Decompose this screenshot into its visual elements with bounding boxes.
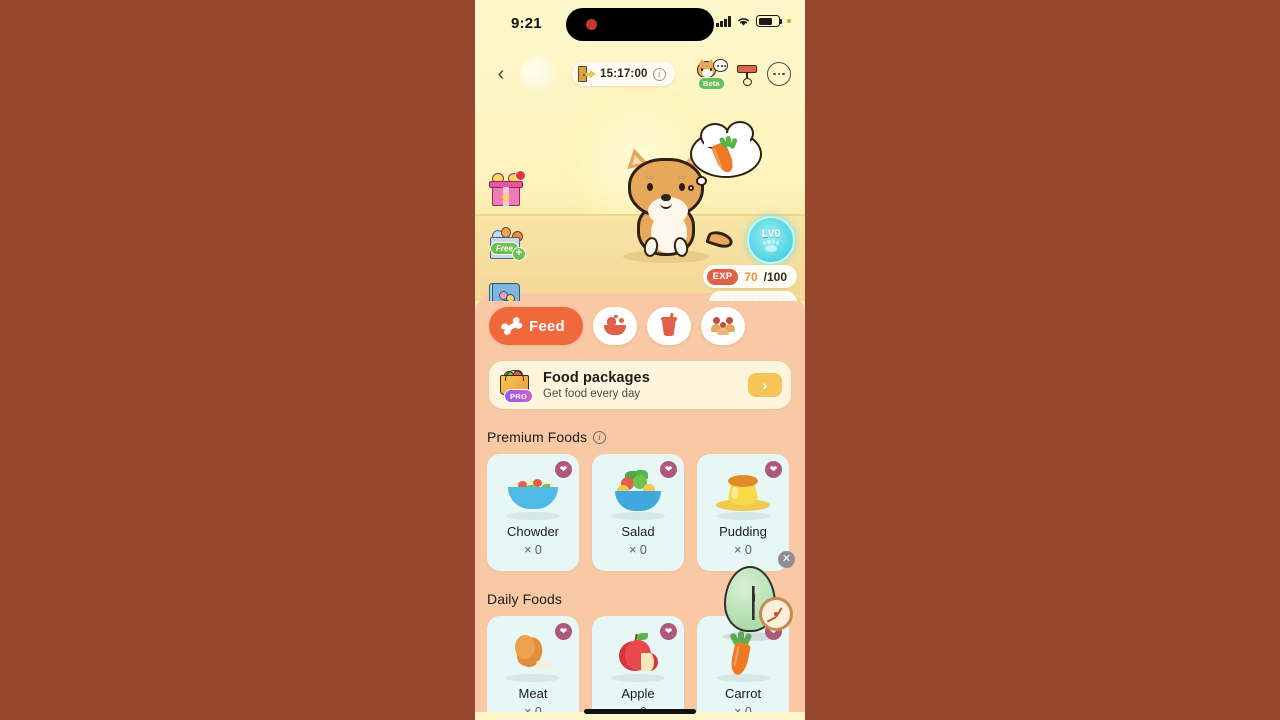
energy-bar: [709, 291, 797, 301]
session-timer[interactable]: 15:17:00 i: [572, 62, 675, 86]
food-card-pudding[interactable]: ❤ Pudding × 0: [697, 454, 789, 571]
food-card-chowder[interactable]: ❤ Chowder × 0: [487, 454, 579, 571]
paw-print-icon: [763, 239, 780, 252]
tab-clean[interactable]: [592, 307, 637, 345]
food-card-meat[interactable]: ❤ Meat × 0: [487, 616, 579, 712]
notification-dot: [515, 170, 526, 181]
gift-box-icon[interactable]: ★: [487, 170, 526, 209]
more-options-icon[interactable]: [767, 62, 791, 86]
egg-timer-widget[interactable]: ✕: [719, 551, 795, 641]
food-image-chowder: [487, 460, 579, 522]
scene-header: ‹ 15:17:00 i Beta: [475, 54, 805, 94]
header-actions: Beta: [697, 59, 791, 90]
food-quantity: × 0: [629, 543, 647, 557]
back-chevron-icon[interactable]: ‹: [489, 62, 513, 86]
paint-roller-icon[interactable]: [737, 62, 757, 86]
food-card-salad[interactable]: ❤ Salad × 0: [592, 454, 684, 571]
tab-feed-label: Feed: [529, 317, 565, 335]
content-panel: Feed PRO Food packages Get food every da…: [475, 293, 805, 712]
chevron-right-icon[interactable]: ›: [748, 373, 782, 397]
bone-icon: [500, 315, 524, 337]
avatar[interactable]: [520, 56, 556, 92]
level-badge-label: LV0: [761, 227, 781, 240]
premium-foods-row: ❤ Chowder × 0 ❤ Salad × 0 ❤ Pudding × 0: [475, 454, 805, 571]
status-extra-dot: [787, 19, 791, 23]
exp-tag: EXP: [706, 268, 739, 285]
bath-icon: [603, 315, 626, 335]
food-packages-card[interactable]: PRO Food packages Get food every day ›: [489, 361, 791, 409]
pro-badge: PRO: [504, 389, 534, 403]
dynamic-island: [566, 8, 714, 41]
section-title-premium: Premium Foods i: [487, 429, 805, 445]
drink-cup-icon: [660, 312, 677, 336]
tab-drink[interactable]: [646, 307, 691, 345]
pet-thought-bubble: [688, 121, 762, 191]
shiba-chat-icon[interactable]: Beta: [697, 59, 728, 90]
session-timer-value: 15:17:00: [600, 68, 648, 80]
food-image-meat: [487, 622, 579, 684]
food-quantity: × 0: [524, 705, 542, 712]
food-card-apple[interactable]: ❤ Apple × 0: [592, 616, 684, 712]
clock-icon: [759, 597, 793, 631]
food-packages-title: Food packages: [543, 370, 650, 386]
food-name: Salad: [621, 524, 655, 539]
status-bar: 9:21: [475, 0, 805, 46]
status-bar-time: 9:21: [511, 15, 542, 32]
phone-screen: 9:21 ‹ 15:17:00 i Beta ★ Free + LV0 EXP …: [475, 0, 805, 720]
food-name: Pudding: [719, 524, 767, 539]
lightning-bolt-icon: [738, 295, 744, 301]
food-name: Meat: [518, 686, 548, 701]
section-title-premium-label: Premium Foods: [487, 429, 588, 445]
food-image-salad: [592, 460, 684, 522]
cellular-signal-icon: [716, 16, 731, 27]
friends-icon: [710, 317, 735, 335]
pet-scene: ‹ 15:17:00 i Beta ★ Free + LV0 EXP 70 /1…: [475, 46, 805, 301]
lightning-bolt-icon: [750, 295, 756, 301]
level-badge[interactable]: LV0: [747, 216, 795, 264]
food-quantity: × 0: [734, 705, 752, 712]
wifi-icon: [738, 18, 749, 26]
battery-icon: [756, 15, 783, 27]
scene-side-rail: ★ Free +: [487, 170, 526, 301]
lightning-bolt-icon: [774, 295, 780, 301]
info-icon[interactable]: i: [652, 67, 666, 81]
recording-indicator-dot: [586, 19, 597, 30]
food-name: Carrot: [724, 686, 762, 701]
food-name: Apple: [621, 686, 655, 701]
food-packages-text: Food packages Get food every day: [543, 370, 748, 400]
status-bar-indicators: [716, 15, 791, 27]
lightning-bolt-icon: [726, 295, 732, 301]
food-image-pudding: [697, 460, 789, 522]
tab-friends[interactable]: [700, 307, 745, 345]
lightning-bolt-icon: [762, 295, 768, 301]
food-quantity: × 0: [524, 543, 542, 557]
free-food-box-icon[interactable]: Free +: [487, 225, 526, 263]
food-image-apple: [592, 622, 684, 684]
home-indicator: [584, 709, 696, 714]
info-icon[interactable]: i: [593, 430, 607, 444]
tab-feed[interactable]: Feed: [489, 307, 583, 345]
exp-max: /100: [763, 269, 787, 284]
exp-current: 70: [744, 269, 758, 284]
grocery-basket-icon: PRO: [498, 368, 534, 403]
close-icon[interactable]: ✕: [778, 551, 795, 568]
food-name: Chowder: [506, 524, 560, 539]
action-tabs: Feed: [475, 307, 805, 345]
food-quantity: × 0: [734, 543, 752, 557]
food-packages-subtitle: Get food every day: [543, 388, 641, 400]
exp-bar: EXP 70/100: [702, 265, 797, 288]
friends-book-icon[interactable]: [487, 279, 525, 301]
section-title-daily-label: Daily Foods: [487, 591, 563, 607]
beta-badge: Beta: [698, 77, 725, 90]
plus-icon: +: [512, 247, 526, 261]
door-exit-icon: [578, 66, 596, 82]
